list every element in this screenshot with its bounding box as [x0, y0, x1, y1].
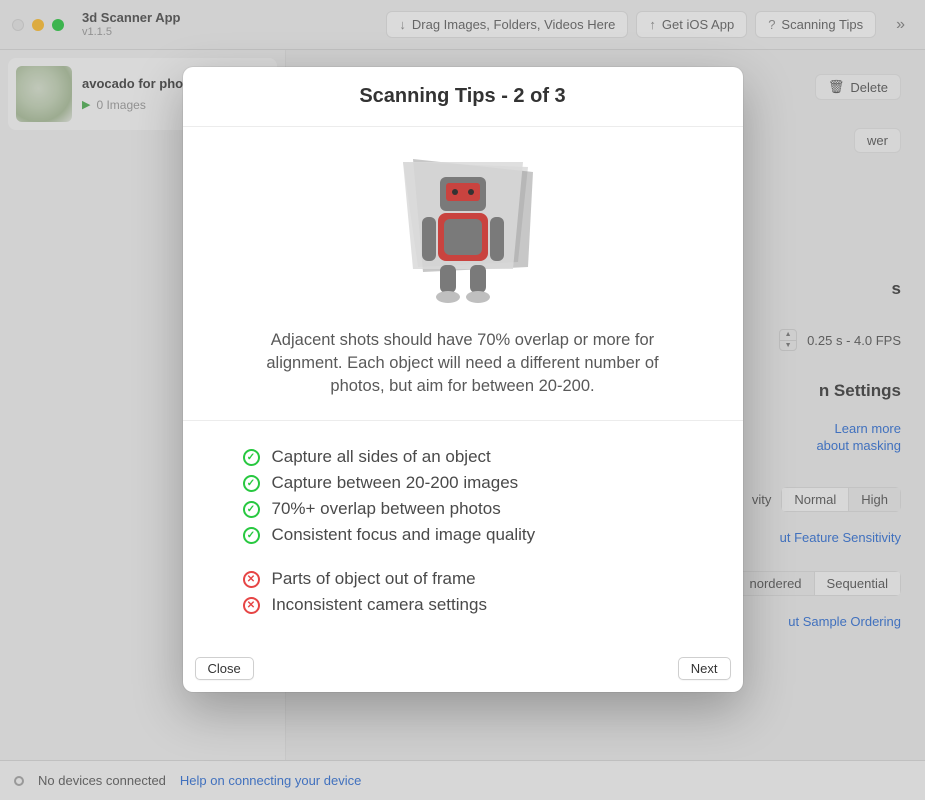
next-button[interactable]: Next [678, 657, 731, 680]
check-icon: ✓ [243, 449, 260, 466]
check-icon: ✓ [243, 527, 260, 544]
check-icon: ✓ [243, 475, 260, 492]
tip-good: ✓ Consistent focus and image quality [243, 525, 703, 545]
tip-text: Capture between 20-200 images [272, 473, 519, 493]
modal-footer: Close Next [183, 647, 743, 692]
cross-icon: ✕ [243, 597, 260, 614]
tip-bad: ✕ Parts of object out of frame [243, 569, 703, 589]
robot-icon [378, 147, 548, 317]
tip-text: Parts of object out of frame [272, 569, 476, 589]
cross-icon: ✕ [243, 571, 260, 588]
tip-text: Capture all sides of an object [272, 447, 491, 467]
modal-description: Adjacent shots should have 70% overlap o… [183, 325, 743, 421]
tip-good: ✓ Capture between 20-200 images [243, 473, 703, 493]
tip-text: Inconsistent camera settings [272, 595, 487, 615]
scanning-tips-modal: Scanning Tips - 2 of 3 Adjacent shots sh… [183, 67, 743, 692]
modal-illustration [183, 127, 743, 325]
tip-text: 70%+ overlap between photos [272, 499, 501, 519]
tip-good: ✓ 70%+ overlap between photos [243, 499, 703, 519]
close-button[interactable]: Close [195, 657, 254, 680]
tip-bad: ✕ Inconsistent camera settings [243, 595, 703, 615]
check-icon: ✓ [243, 501, 260, 518]
modal-title: Scanning Tips - 2 of 3 [183, 67, 743, 127]
tips-list: ✓ Capture all sides of an object ✓ Capture… [183, 421, 743, 647]
tip-good: ✓ Capture all sides of an object [243, 447, 703, 467]
tip-text: Consistent focus and image quality [272, 525, 536, 545]
